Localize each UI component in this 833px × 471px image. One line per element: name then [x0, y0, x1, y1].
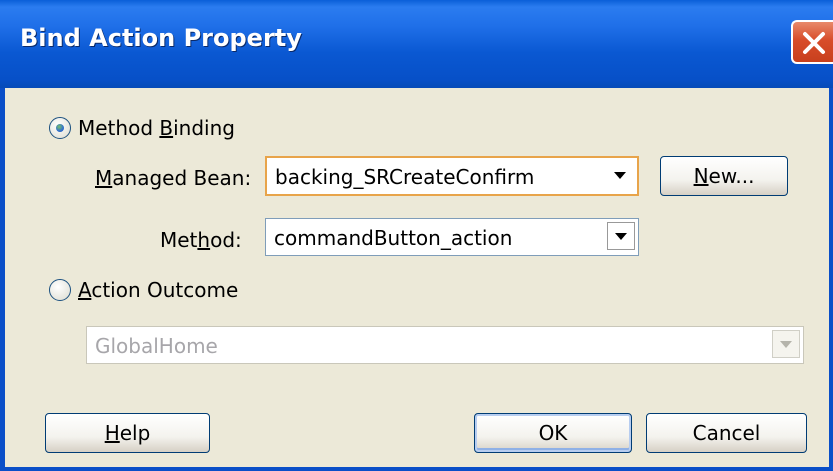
chevron-down-icon: [615, 233, 627, 240]
chevron-down-icon: [780, 341, 792, 348]
managed-bean-combo[interactable]: backing_SRCreateConfirm: [265, 156, 639, 196]
window-frame-left: [0, 88, 5, 471]
window-frame-right: [829, 88, 833, 471]
method-combo[interactable]: commandButton_action: [265, 218, 639, 256]
action-outcome-dropdown-button[interactable]: [772, 330, 800, 358]
action-outcome-label[interactable]: Action Outcome: [78, 278, 238, 302]
close-button[interactable]: [791, 20, 833, 64]
cancel-button[interactable]: Cancel: [646, 413, 807, 453]
new-button[interactable]: New...: [660, 156, 788, 196]
action-outcome-value: GlobalHome: [95, 334, 218, 358]
method-binding-radio[interactable]: [49, 117, 71, 139]
method-binding-label[interactable]: Method Binding: [78, 116, 235, 140]
window-title: Bind Action Property: [20, 24, 302, 52]
close-icon: [803, 32, 825, 54]
ok-button[interactable]: OK: [474, 413, 632, 453]
title-bar[interactable]: Bind Action Property: [0, 0, 833, 88]
method-label: Method:: [160, 228, 242, 252]
window-frame-bottom: [0, 467, 833, 471]
managed-bean-label: Managed Bean:: [95, 166, 252, 190]
radio-selected-dot: [56, 124, 64, 132]
managed-bean-value: backing_SRCreateConfirm: [275, 165, 535, 189]
action-outcome-radio[interactable]: [49, 279, 71, 301]
chevron-down-icon[interactable]: [606, 161, 634, 189]
method-value: commandButton_action: [274, 226, 513, 250]
method-dropdown-button[interactable]: [607, 222, 635, 250]
action-outcome-combo[interactable]: GlobalHome: [86, 326, 804, 364]
dialog-window: Bind Action Property Method Binding Mana…: [0, 0, 833, 471]
help-button[interactable]: Help: [45, 413, 210, 453]
